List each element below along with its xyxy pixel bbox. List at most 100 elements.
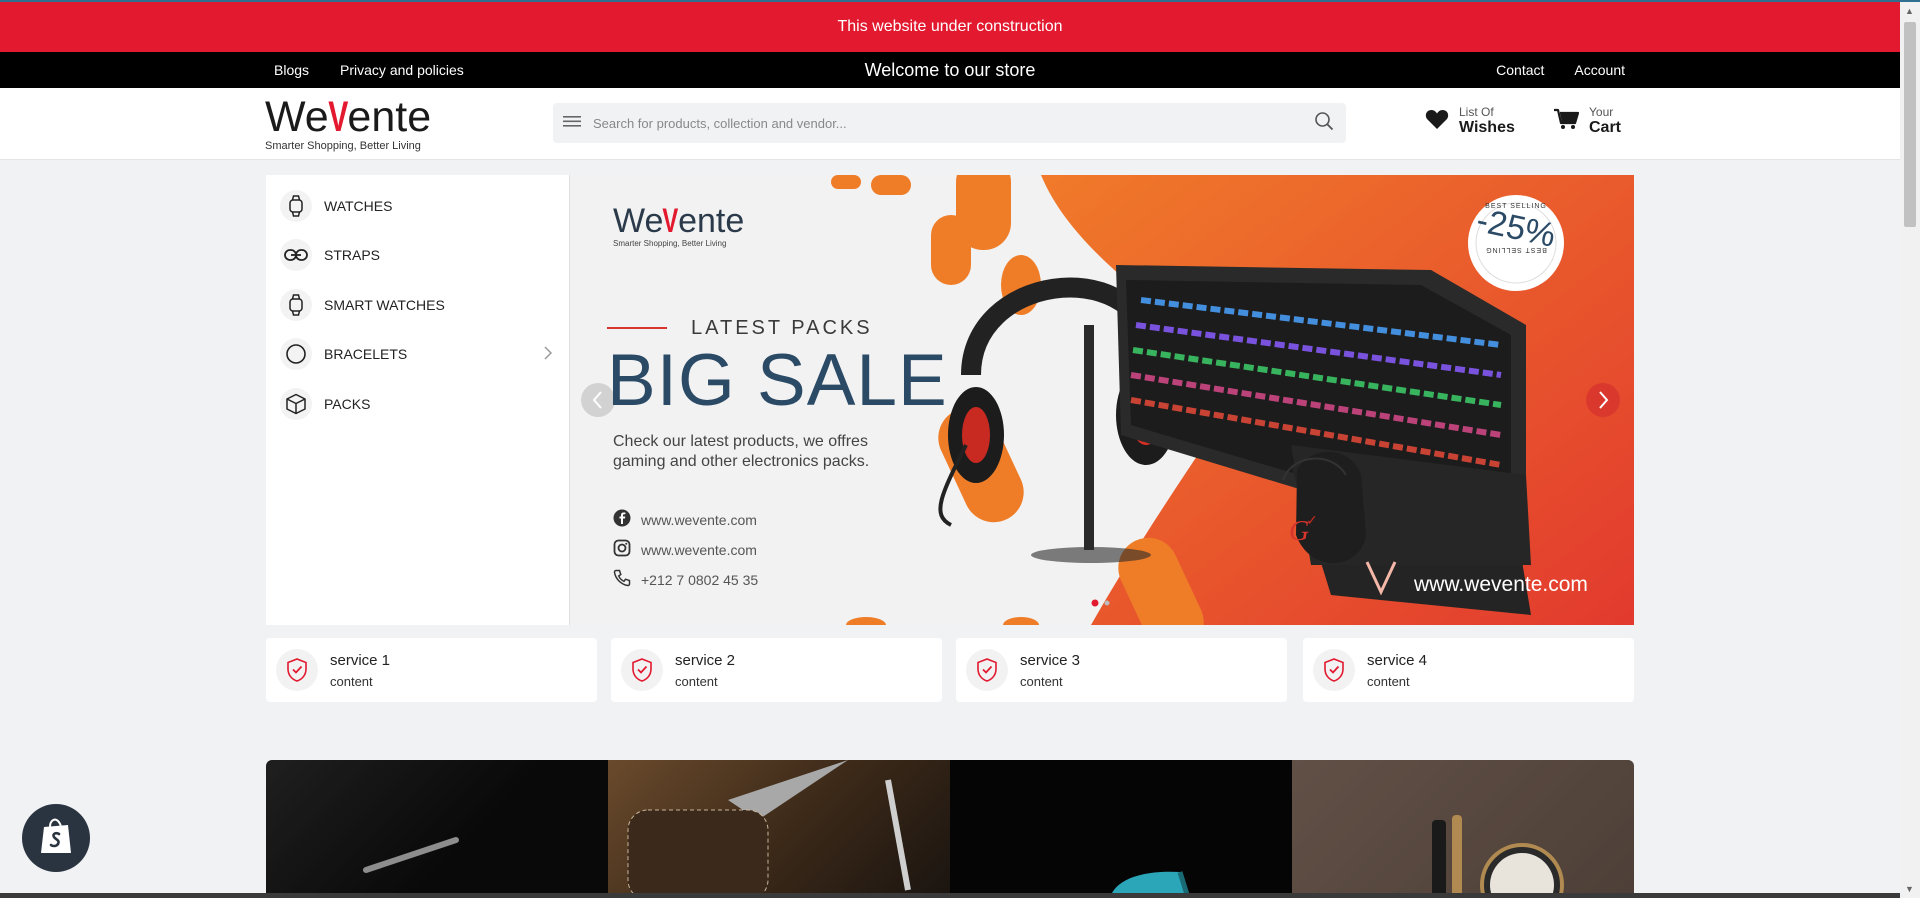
- logo-text-we: We: [265, 93, 329, 141]
- search-icon[interactable]: [1314, 111, 1334, 136]
- services-row: service 1 content service 2 content serv…: [266, 638, 1634, 702]
- logo-text-ente: ente: [347, 93, 432, 141]
- banner-logo-v: V: [662, 202, 679, 240]
- service-content: content: [330, 673, 373, 689]
- banner-logo-tagline: Smarter Shopping, Better Living: [613, 239, 727, 248]
- svg-text:G: G: [1289, 516, 1309, 547]
- wishlist-link[interactable]: List Of Wishes: [1425, 105, 1515, 137]
- service-card[interactable]: service 2 content: [611, 638, 942, 702]
- logo-text-v: V: [328, 93, 349, 141]
- banner-description-line: Check our latest products, we offres: [613, 433, 868, 450]
- service-content: content: [675, 673, 718, 689]
- announcement-text: This website under construction: [837, 18, 1063, 35]
- link-icon: [280, 239, 312, 271]
- service-title: service 3: [1020, 651, 1081, 669]
- page-scrollbar[interactable]: ▲ ▼: [1900, 2, 1920, 898]
- banner-kicker: LATEST PACKS: [691, 317, 873, 339]
- banner-dot-2[interactable]: [1102, 598, 1112, 608]
- circle-icon: [280, 338, 312, 370]
- sidebar-item-bracelets[interactable]: BRACELETS: [280, 336, 560, 372]
- banner-dot-1[interactable]: [1090, 598, 1100, 608]
- service-content: content: [1367, 673, 1410, 689]
- banner-contact-text: +212 7 0802 45 35: [641, 571, 759, 588]
- collection-tiles: [266, 760, 1634, 898]
- shopping-bag-icon: [39, 817, 73, 860]
- collection-tile[interactable]: [950, 760, 1292, 898]
- banner-next-button[interactable]: [1586, 383, 1620, 417]
- cart-small-label: Your: [1589, 105, 1614, 119]
- cart-link[interactable]: Your Cart: [1553, 105, 1621, 137]
- shield-check-icon: [966, 649, 1008, 691]
- banner-logo-ente: ente: [678, 202, 745, 240]
- heart-icon: [1425, 108, 1449, 135]
- sidebar-item-label: WATCHES: [324, 198, 393, 214]
- banner-logo: WeVente Smarter Shopping, Better Living: [613, 203, 744, 248]
- sidebar-item-packs[interactable]: PACKS: [280, 386, 560, 422]
- shield-check-icon: [276, 649, 318, 691]
- service-content: content: [1020, 673, 1063, 689]
- banner-contact-phone: +212 7 0802 45 35: [613, 569, 758, 590]
- window-bottom-edge: [0, 893, 1900, 898]
- watch-icon: [280, 190, 312, 222]
- site-header: We Vente Smarter Shopping, Better Living …: [0, 88, 1900, 160]
- shield-check-icon: [621, 649, 663, 691]
- instagram-icon: [613, 539, 631, 560]
- sidebar-item-watches[interactable]: WATCHES: [280, 188, 560, 224]
- cart-icon: [1553, 108, 1580, 135]
- shield-check-icon: [1313, 649, 1355, 691]
- collection-tile[interactable]: [1292, 760, 1634, 898]
- logo-tagline: Smarter Shopping, Better Living: [265, 140, 421, 152]
- box-icon: [280, 388, 312, 420]
- banner-prev-button[interactable]: [581, 383, 615, 417]
- nav-link-contact[interactable]: Contact: [1496, 62, 1544, 78]
- menu-icon[interactable]: [563, 114, 583, 132]
- chevron-right-icon: [544, 346, 553, 363]
- sidebar-item-label: SMART WATCHES: [324, 297, 445, 313]
- scroll-up-icon[interactable]: ▲: [1905, 6, 1914, 16]
- banner-contact-text: www.wevente.com: [641, 511, 757, 528]
- service-title: service 4: [1367, 651, 1428, 669]
- wishlist-small-label: List Of: [1459, 105, 1494, 119]
- wishlist-big-label: Wishes: [1459, 119, 1515, 136]
- phone-icon: [613, 569, 631, 590]
- search-input[interactable]: [593, 115, 1314, 131]
- scrollbar-thumb[interactable]: [1904, 22, 1916, 227]
- sidebar-item-label: STRAPS: [324, 247, 381, 263]
- nav-link-account[interactable]: Account: [1574, 62, 1625, 78]
- badge-bottom-text: BEST SELLING: [1485, 246, 1547, 253]
- sidebar-item-smart-watches[interactable]: SMART WATCHES: [280, 287, 560, 323]
- hero-banner: ✓ G WeVente Smarter Shopping, Better Liv…: [571, 175, 1634, 625]
- banner-contact-instagram: www.wevente.com: [613, 539, 757, 560]
- banner-logo-we: We: [613, 202, 664, 240]
- shopify-badge[interactable]: [22, 804, 90, 872]
- banner-description: Check our latest products, we offres gam…: [613, 432, 869, 472]
- facebook-icon: [613, 509, 631, 530]
- nav-link-privacy[interactable]: Privacy and policies: [340, 62, 464, 78]
- category-sidebar: WATCHES STRAPS SMART WATCHES BRACELETS P…: [266, 175, 570, 625]
- nav-link-blogs[interactable]: Blogs: [274, 62, 309, 78]
- service-title: service 2: [675, 651, 736, 669]
- scroll-down-icon[interactable]: ▼: [1905, 884, 1914, 894]
- welcome-text: Welcome to our store: [864, 59, 1036, 80]
- announcement-bar: This website under construction: [0, 2, 1900, 52]
- cart-big-label: Cart: [1589, 119, 1622, 136]
- service-card[interactable]: service 1 content: [266, 638, 597, 702]
- site-logo[interactable]: We Vente Smarter Shopping, Better Living: [265, 94, 445, 154]
- sidebar-item-straps[interactable]: STRAPS: [280, 237, 560, 273]
- watch-icon: [280, 289, 312, 321]
- collection-tile[interactable]: [608, 760, 950, 898]
- service-card[interactable]: service 4 content: [1303, 638, 1634, 702]
- banner-footer-url: www.wevente.com: [1414, 573, 1588, 596]
- top-navigation: Blogs Privacy and policies Welcome to ou…: [0, 52, 1900, 88]
- search-bar: [553, 103, 1346, 143]
- banner-headline: BIG SALE: [607, 340, 948, 421]
- sidebar-item-label: BRACELETS: [324, 346, 408, 362]
- service-title: service 1: [330, 651, 391, 669]
- discount-badge: BEST SELLING -25% BEST SELLING: [1473, 201, 1559, 255]
- banner-contact-facebook: www.wevente.com: [613, 509, 757, 530]
- collection-tile[interactable]: [266, 760, 608, 898]
- sidebar-item-label: PACKS: [324, 396, 371, 412]
- banner-contact-text: www.wevente.com: [641, 541, 757, 558]
- banner-description-line: gaming and other electronics packs.: [613, 453, 870, 470]
- service-card[interactable]: service 3 content: [956, 638, 1287, 702]
